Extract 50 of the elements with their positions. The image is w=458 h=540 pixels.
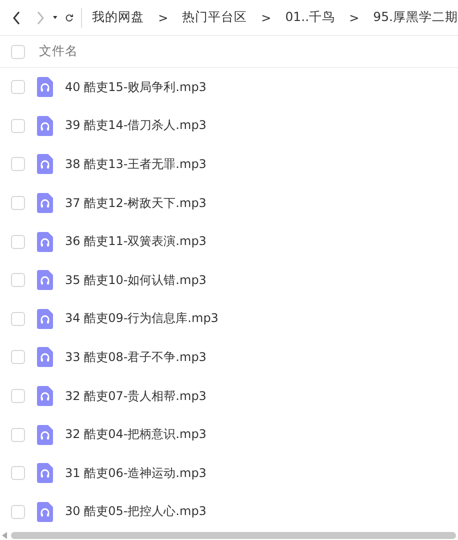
audio-file-icon: [37, 502, 53, 522]
audio-file-icon: [37, 154, 53, 174]
file-name[interactable]: 40 酷吏15-败局争利.mp3: [65, 78, 206, 96]
audio-file-icon: [37, 347, 53, 368]
breadcrumb-separator: >: [261, 10, 272, 24]
dropdown-caret-icon[interactable]: [52, 15, 57, 20]
breadcrumb-separator: >: [349, 10, 360, 24]
file-name[interactable]: 32 酷吏07-贵人相帮.mp3: [65, 388, 206, 405]
audio-file-icon: [37, 308, 53, 329]
row-checkbox[interactable]: [11, 80, 25, 94]
row-checkbox[interactable]: [11, 273, 25, 288]
select-all-checkbox[interactable]: [11, 44, 25, 58]
file-name[interactable]: 34 酷吏09-行为信息库.mp3: [65, 310, 218, 328]
audio-file-icon: [37, 77, 53, 98]
file-name[interactable]: 37 酷吏12-树敌天下.mp3: [65, 194, 206, 212]
breadcrumb-item[interactable]: 01..千鸟: [285, 9, 336, 26]
row-checkbox[interactable]: [11, 428, 25, 442]
file-name[interactable]: 31 酷吏06-造神运动.mp3: [65, 464, 206, 482]
breadcrumb-item[interactable]: 我的网盘: [92, 9, 144, 26]
row-checkbox[interactable]: [11, 312, 25, 326]
audio-file-icon: [37, 424, 53, 445]
audio-file-icon: [37, 463, 53, 484]
breadcrumb-separator: >: [158, 10, 168, 24]
row-checkbox[interactable]: [11, 196, 25, 210]
column-header[interactable]: 文件名: [39, 43, 78, 60]
file-name[interactable]: 38 酷吏13-王者无罪.mp3: [65, 156, 206, 173]
audio-file-icon: [37, 270, 53, 290]
row-checkbox[interactable]: [11, 350, 25, 364]
row-checkbox[interactable]: [11, 118, 25, 133]
row-checkbox[interactable]: [11, 504, 25, 519]
row-checkbox[interactable]: [11, 157, 25, 172]
row-checkbox[interactable]: [11, 234, 25, 249]
audio-file-icon: [37, 116, 53, 136]
file-name[interactable]: 39 酷吏14-借刀杀人.mp3: [65, 117, 206, 134]
audio-file-icon: [37, 386, 53, 406]
scrollbar-thumb[interactable]: [11, 532, 456, 538]
file-name[interactable]: 33 酷吏08-君子不争.mp3: [65, 348, 206, 366]
file-name[interactable]: 30 酷吏05-把控人心.mp3: [65, 503, 206, 520]
scroll-left-icon[interactable]: [2, 532, 7, 538]
audio-file-icon: [37, 232, 53, 252]
forward-icon[interactable]: [35, 10, 46, 24]
file-name[interactable]: 32 酷吏04-把柄意识.mp3: [65, 426, 206, 444]
file-name[interactable]: 36 酷吏11-双簧表演.mp3: [65, 233, 206, 250]
audio-file-icon: [37, 193, 53, 214]
breadcrumb-item[interactable]: 95.厚黑学二期: [373, 9, 458, 26]
file-name[interactable]: 35 酷吏10-如何认错.mp3: [65, 272, 206, 289]
breadcrumb-item[interactable]: 热门平台区: [182, 9, 248, 26]
back-icon[interactable]: [12, 10, 22, 24]
row-checkbox[interactable]: [11, 389, 25, 404]
row-checkbox[interactable]: [11, 466, 25, 480]
